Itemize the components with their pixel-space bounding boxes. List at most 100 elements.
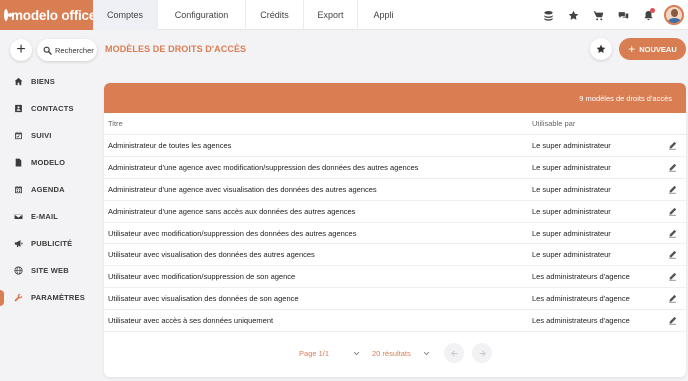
search-icon [43, 46, 52, 55]
result-count: 9 modèles de droits d'accès [579, 93, 672, 103]
table-row[interactable]: Utilisateur avec visualisation des donné… [104, 288, 686, 311]
sidebar-item-contacts[interactable]: CONTACTS [0, 95, 95, 122]
table-row[interactable]: Administrateur d'une agence avec modific… [104, 157, 686, 179]
megaphone-icon [14, 240, 23, 248]
pencil-icon [668, 207, 677, 216]
sidebar-item-label: E-MAIL [31, 212, 59, 221]
column-header-title[interactable]: Titre [104, 119, 532, 128]
sidebar-item-agenda[interactable]: AGENDA [0, 176, 95, 203]
pencil-icon [668, 272, 677, 281]
wrench-icon [14, 293, 23, 302]
page-select-label: Page 1/1 [299, 348, 330, 358]
app-logo[interactable]: modelo office [0, 0, 97, 30]
avatar[interactable] [664, 5, 684, 25]
chevron-down-icon [423, 351, 430, 355]
favorite-button[interactable] [590, 38, 612, 60]
row-title: Utilisateur avec modification/suppressio… [108, 228, 357, 238]
sidebar-item-parametres[interactable]: PARAMÈTRES [0, 284, 95, 311]
row-user: Le super administrateur [532, 250, 611, 260]
new-button-label: NOUVEAU [639, 44, 677, 54]
next-page-button[interactable] [472, 343, 492, 363]
sidebar: BIENS CONTACTS SUIVI MODELO AGENDA E-MAI… [0, 68, 95, 311]
per-page-select[interactable]: 20 résultats [372, 346, 430, 360]
plus-icon: + [628, 42, 636, 56]
globe-icon [14, 266, 23, 275]
top-icons [536, 0, 688, 30]
tab-export[interactable]: Export [304, 0, 358, 30]
row-title: Administrateur d'une agence sans accès a… [108, 206, 356, 216]
calendar-check-icon [15, 131, 22, 140]
page-select[interactable]: Page 1/1 [299, 346, 360, 360]
cart-icon[interactable] [586, 0, 611, 30]
sidebar-item-modelo[interactable]: MODELO [0, 149, 95, 176]
edit-button[interactable] [662, 229, 682, 238]
chat-icon[interactable] [611, 0, 636, 30]
edit-button[interactable] [662, 207, 682, 216]
tab-credits[interactable]: Crédits [246, 0, 304, 30]
row-user: Le super administrateur [532, 140, 611, 150]
pencil-icon [668, 316, 677, 325]
edit-button[interactable] [662, 163, 682, 172]
edit-button[interactable] [662, 294, 682, 303]
notification-dot [650, 8, 655, 13]
table-row[interactable]: Administrateur d'une agence avec visuali… [104, 179, 686, 201]
pencil-icon [668, 185, 677, 194]
calendar-icon [15, 185, 22, 194]
table-row[interactable]: Administrateur de toutes les agences Le s… [104, 135, 686, 157]
sidebar-item-label: PARAMÈTRES [31, 293, 85, 302]
add-button[interactable]: + [10, 39, 32, 61]
sidebar-item-label: SUIVI [31, 131, 52, 140]
pencil-icon [668, 294, 677, 303]
top-bar: modelo office Comptes Configuration Créd… [0, 0, 688, 30]
bell-icon[interactable] [636, 0, 661, 30]
pencil-icon [668, 141, 677, 150]
pencil-icon [668, 229, 677, 238]
home-icon [14, 77, 23, 86]
edit-button[interactable] [662, 141, 682, 150]
logo-text: modelo office [11, 7, 97, 23]
arrow-right-icon [479, 350, 486, 356]
tab-appli[interactable]: Appli [358, 0, 409, 30]
active-marker [0, 290, 4, 306]
search-button[interactable]: Rechercher [37, 39, 97, 61]
pencil-icon [668, 163, 677, 172]
new-button[interactable]: + NOUVEAU [619, 38, 686, 60]
row-user: Le super administrateur [532, 184, 611, 194]
row-title: Administrateur d'une agence avec modific… [108, 162, 419, 172]
per-page-label: 20 résultats [372, 348, 411, 358]
table-row[interactable]: Utilisateur avec visualisation des donné… [104, 244, 686, 267]
table-body: Administrateur de toutes les agences Le s… [104, 135, 686, 333]
tab-comptes[interactable]: Comptes [93, 0, 158, 30]
stack-icon[interactable] [536, 0, 561, 30]
edit-button[interactable] [662, 316, 682, 325]
sidebar-item-label: AGENDA [31, 185, 65, 194]
table-row[interactable]: Utilisateur avec modification/suppressio… [104, 223, 686, 245]
star-icon[interactable] [561, 0, 586, 30]
sidebar-item-biens[interactable]: BIENS [0, 68, 95, 95]
contact-card-icon [15, 104, 22, 113]
previous-page-button[interactable] [444, 343, 464, 363]
sidebar-item-publicite[interactable]: PUBLICITÉ [0, 230, 95, 257]
row-user: Le super administrateur [532, 206, 611, 216]
table-row[interactable]: Utilisateur avec modification/suppressio… [104, 266, 686, 289]
column-header-user[interactable]: Utilisable par [532, 119, 686, 128]
table-row[interactable]: Administrateur d'une agence sans accès a… [104, 201, 686, 223]
panel-header: 9 modèles de droits d'accès [104, 83, 686, 113]
table-row[interactable]: Utilisateur avec accès à ses données uni… [104, 310, 686, 333]
sidebar-item-suivi[interactable]: SUIVI [0, 122, 95, 149]
row-title: Utilisateur avec accès à ses données uni… [108, 316, 274, 326]
edit-button[interactable] [662, 272, 682, 281]
row-user: Les administrateurs d'agence [532, 272, 630, 282]
envelope-icon [14, 213, 23, 220]
logo-mark-icon [4, 9, 12, 21]
row-title: Administrateur de toutes les agences [108, 140, 232, 150]
sidebar-item-email[interactable]: E-MAIL [0, 203, 95, 230]
sidebar-item-site-web[interactable]: SITE WEB [0, 257, 95, 284]
tab-configuration[interactable]: Configuration [158, 0, 246, 30]
edit-button[interactable] [662, 185, 682, 194]
edit-button[interactable] [662, 250, 682, 259]
pagination: Page 1/1 20 résultats [104, 341, 686, 365]
table-header: Titre Utilisable par [104, 113, 686, 135]
document-icon [15, 158, 22, 167]
sidebar-item-label: MODELO [31, 158, 66, 167]
